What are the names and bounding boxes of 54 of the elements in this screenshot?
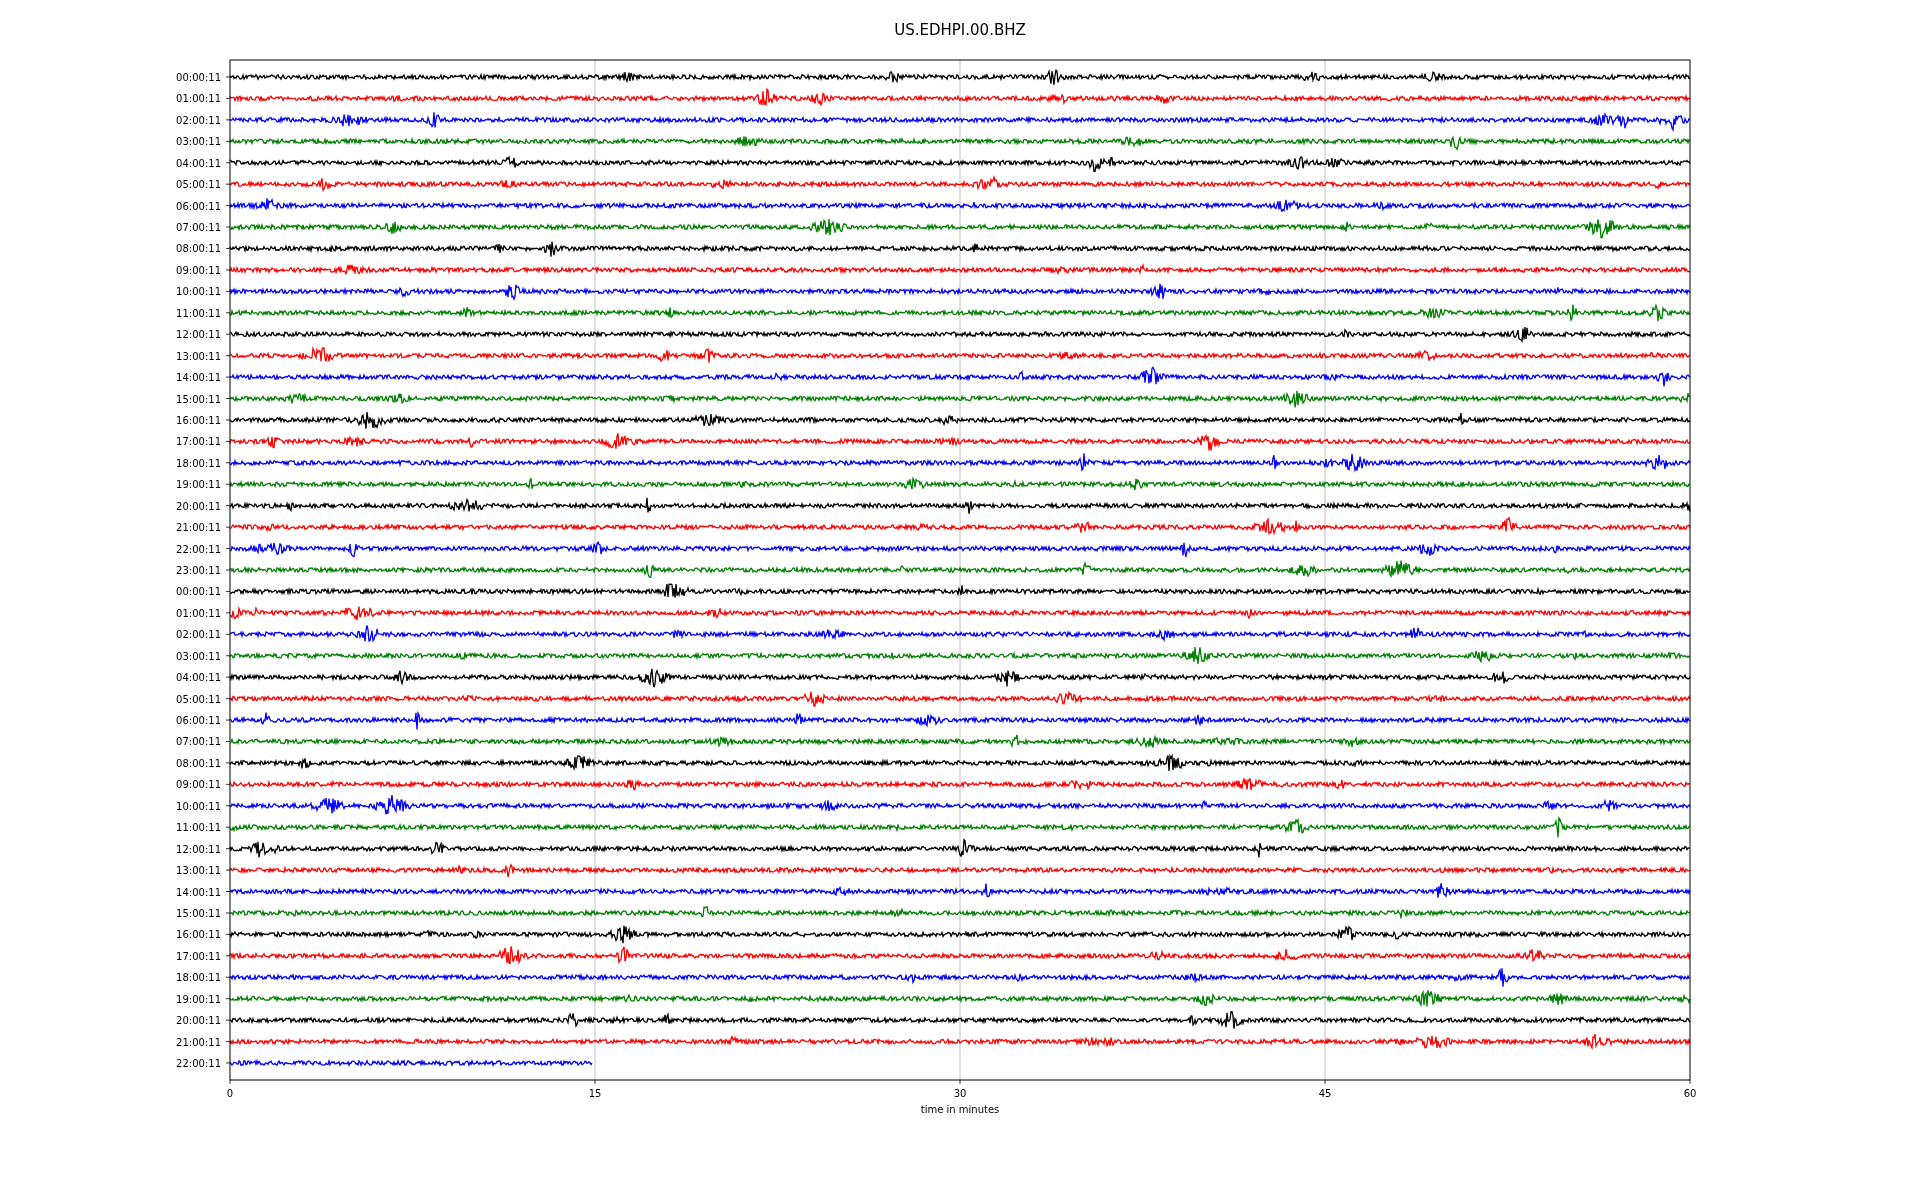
x-tick-label: 60 [1683,1088,1697,1099]
x-tick-label: 15 [588,1088,602,1099]
row-time-label: 19:00:11 [176,479,221,491]
chart-title: US.EDHPI.00.BHZ [894,21,1026,39]
row-time-label: 20:00:11 [176,500,221,512]
row-time-label: 23:00:11 [176,565,221,576]
row-time-label: 21:00:11 [176,522,221,534]
row-time-label: 15:00:11 [176,907,221,919]
row-time-label: 12:00:11 [176,329,221,341]
row-time-label: 09:00:11 [176,779,221,791]
row-time-label: 11:00:11 [176,822,221,834]
row-time-label: 20:00:11 [176,1015,221,1027]
x-tick-label: 0 [226,1088,234,1099]
row-time-label: 07:00:11 [176,222,221,234]
row-time-label: 18:00:11 [176,972,221,984]
row-time-label: 18:00:11 [176,457,221,469]
row-time-label: 07:00:11 [176,736,221,748]
row-time-label: 11:00:11 [176,307,221,319]
row-time-label: 10:00:11 [176,286,221,298]
row-time-label: 10:00:11 [176,800,221,812]
row-time-label: 01:00:11 [176,93,221,105]
row-time-label: 03:00:11 [176,136,221,148]
row-time-label: 14:00:11 [176,372,221,384]
row-time-label: 01:00:11 [176,607,221,619]
row-time-label: 14:00:11 [176,886,221,898]
x-tick-label: 45 [1318,1088,1332,1099]
row-time-label: 16:00:11 [176,414,221,426]
row-time-label: 03:00:11 [176,650,221,662]
row-time-label: 04:00:11 [176,672,221,684]
x-axis-label: time in minutes [920,1104,1000,1115]
row-time-label: 19:00:11 [176,993,221,1005]
row-time-label: 09:00:11 [176,264,221,276]
row-time-label: 16:00:11 [176,929,221,941]
row-time-label: 05:00:11 [176,179,221,191]
row-time-label: 06:00:11 [176,715,221,727]
row-time-label: 22:00:11 [176,543,221,555]
row-time-label: 17:00:11 [176,436,221,448]
row-time-label: 13:00:11 [176,865,221,877]
row-time-label: 13:00:11 [176,350,221,362]
row-time-label: 06:00:11 [176,200,221,212]
row-time-label: 02:00:11 [176,114,221,126]
row-time-label: 21:00:11 [176,1036,221,1048]
row-time-label: 04:00:11 [176,157,221,169]
row-time-label: 00:00:11 [176,72,221,83]
row-time-label: 17:00:11 [176,950,221,962]
row-time-label: 05:00:11 [176,693,221,705]
x-tick-label: 30 [953,1088,967,1099]
row-time-label: 02:00:11 [176,629,221,641]
row-time-label: 08:00:11 [176,757,221,769]
row-time-label: 08:00:11 [176,243,221,255]
row-time-label: 00:00:11 [176,586,221,598]
row-time-label: 22:00:11 [176,1058,221,1069]
row-time-label: 15:00:11 [176,393,221,405]
row-time-label: 12:00:11 [176,843,221,855]
